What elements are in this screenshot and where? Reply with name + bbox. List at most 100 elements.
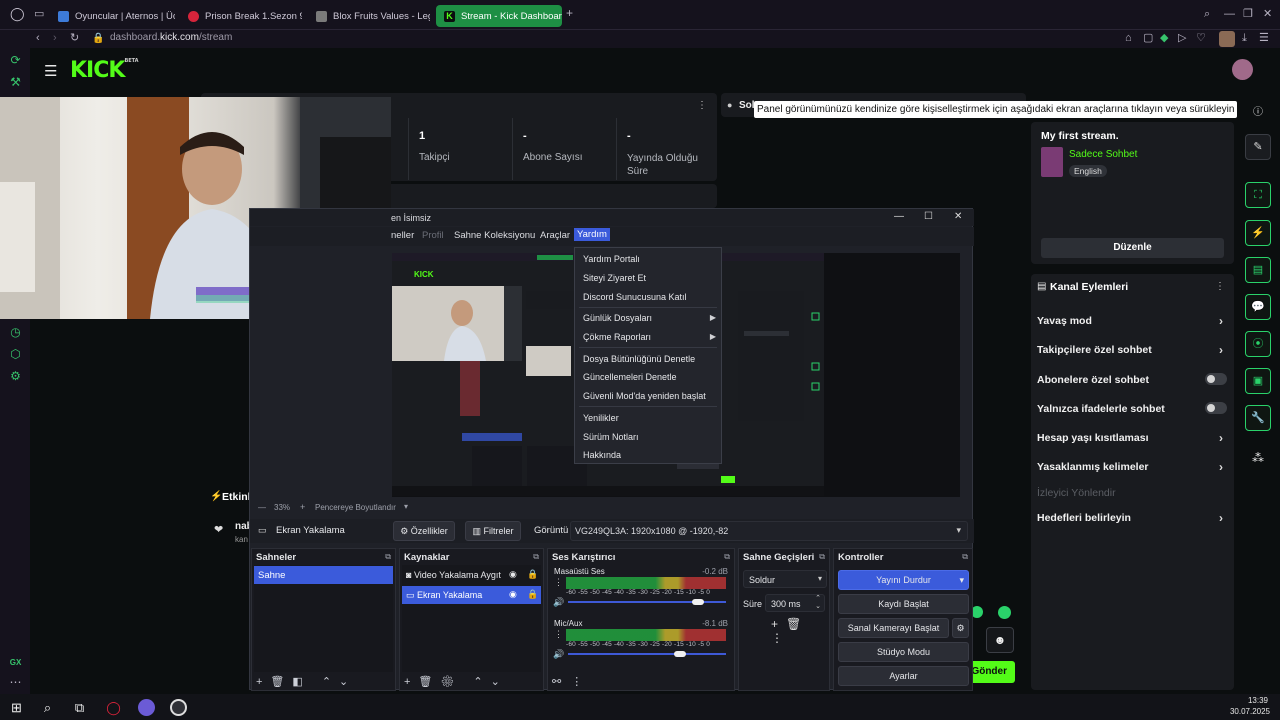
community-icon[interactable]: ⁂ [1252, 451, 1264, 465]
filters-button[interactable]: ▥ Filtreler [465, 521, 521, 541]
menu-scene-collection[interactable]: Sahne Koleksiyonu [454, 230, 535, 241]
taskbar-date[interactable]: 30.07.2025 [1226, 707, 1270, 716]
channel-action-row[interactable]: Yavaş mod › [1037, 314, 1227, 328]
media-button[interactable]: ▣ [1245, 368, 1271, 394]
shield-icon[interactable]: ◆ [1160, 33, 1168, 44]
fit-dropdown-icon[interactable]: ▾ [404, 502, 408, 511]
studio-mode-button[interactable]: Stüdyo Modu [838, 642, 969, 662]
stop-streaming-button[interactable]: Yayını Durdur ▾ [838, 570, 969, 590]
url-field[interactable]: dashboard.kick.com/stream [110, 32, 232, 43]
start-virtual-camera-button[interactable]: Sanal Kamerayı Başlat [838, 618, 949, 638]
back-icon[interactable]: ‹ [36, 33, 40, 44]
menu-item-safe-mode-restart[interactable]: Güvenli Mod'da yeniden başlat [583, 391, 706, 401]
visibility-eye-icon[interactable]: ◉ [509, 589, 517, 600]
snapshot-icon[interactable]: ▢ [1143, 33, 1153, 44]
dock-float-icon[interactable]: ⧉ [962, 552, 968, 562]
menu-item-whats-new[interactable]: Yenilikler [583, 413, 619, 423]
edit-layout-button[interactable]: ✎ [1245, 134, 1271, 160]
menu-help[interactable]: Yardım [574, 228, 610, 241]
gx-corner-icon[interactable]: ⚒ [9, 76, 22, 89]
obs-maximize-icon[interactable]: ☐ [924, 211, 933, 222]
user-avatar[interactable] [1232, 59, 1253, 80]
channel-action-row[interactable]: Yasaklanmış kelimeler › [1037, 460, 1227, 474]
channel-action-row[interactable]: Yalnızca ifadelerle sohbet [1037, 402, 1227, 415]
obs-minimize-icon[interactable]: — [894, 211, 904, 222]
source-item-video-capture[interactable]: ◙ Video Yakalama Aygıt ◉ 🔒 [402, 566, 541, 584]
channel-action-row[interactable]: Hesap yaşı kısıtlaması › [1037, 431, 1227, 445]
category-thumbnail[interactable] [1041, 147, 1063, 177]
start-recording-button[interactable]: Kaydı Başlat [838, 594, 969, 614]
dock-float-icon[interactable]: ⧉ [533, 552, 539, 562]
volume-slider-track[interactable] [568, 653, 726, 655]
discord-taskbar-icon[interactable] [138, 699, 155, 716]
menu-scenes-fragment[interactable]: neller [391, 230, 414, 241]
emote-icon[interactable] [998, 606, 1011, 619]
menu-item-check-file-integrity[interactable]: Dosya Bütünlüğünü Denetle [583, 354, 695, 364]
channel-action-row[interactable]: Hedefleri belirleyin › [1037, 511, 1227, 525]
search-icon[interactable]: ⌕ [40, 700, 55, 715]
settings-icon[interactable]: ⚙ [9, 370, 22, 383]
minimize-icon[interactable]: — [1224, 9, 1235, 20]
zoom-in-icon[interactable]: + [300, 502, 305, 512]
volume-slider-knob[interactable] [692, 599, 704, 605]
dock-float-icon[interactable]: ⧉ [724, 552, 730, 562]
dock-float-icon[interactable]: ⧉ [385, 552, 391, 562]
menu-profile[interactable]: Profil [422, 230, 444, 241]
new-tab-button[interactable]: + [566, 7, 573, 19]
channel-actions-options-icon[interactable]: ⋮ [1215, 281, 1225, 292]
send-chat-button[interactable]: Gönder [968, 661, 1015, 683]
properties-button[interactable]: ⚙ Özellikler [393, 521, 455, 541]
quick-action-button[interactable]: ⚡ [1245, 220, 1271, 246]
dock-float-icon[interactable]: ⧉ [819, 552, 825, 562]
lock-icon[interactable]: 🔒 [527, 569, 538, 580]
hamburger-menu-icon[interactable]: ☰ [44, 62, 57, 80]
duration-spinbox[interactable]: 300 ms ⌃ ⌄ [765, 594, 825, 612]
settings-button[interactable]: Ayarlar [838, 666, 969, 686]
task-view-icon[interactable]: ⧉ [72, 700, 87, 715]
emoji-picker-button[interactable]: ☻ [986, 627, 1014, 653]
download-icon[interactable]: ⤓ [1242, 33, 1247, 44]
restore-icon[interactable]: ❐ [1243, 9, 1253, 20]
opera-gx-logo-icon[interactable]: ◯ [10, 7, 25, 20]
mixer-dock-toolbar[interactable]: ⚯⋮ [552, 675, 592, 688]
menu-tools[interactable]: Araçlar [540, 230, 570, 241]
forward-icon[interactable]: › [53, 33, 57, 44]
scene-item-sahne[interactable]: Sahne [254, 566, 393, 584]
fit-to-window-label[interactable]: Pencereye Boyutlandır [315, 503, 396, 512]
screen-tool-button[interactable]: ⛶ [1245, 182, 1271, 208]
channel-action-row[interactable]: Abonelere özel sohbet [1037, 373, 1227, 386]
tab-blox-fruits[interactable]: Blox Fruits Values - Leger [308, 5, 430, 27]
tab-prison-break[interactable]: Prison Break 1.Sezon 9.B [180, 5, 302, 27]
menu-icon[interactable]: ☰ [1259, 33, 1269, 44]
obs-taskbar-icon[interactable] [170, 699, 187, 716]
zoom-out-icon[interactable]: — [258, 503, 266, 512]
history-icon[interactable]: ◷ [9, 326, 22, 339]
tab-aternos[interactable]: Oyuncular | Aternos | Üc [50, 5, 175, 27]
search-tabs-icon[interactable]: ⌕ [1204, 9, 1210, 20]
tab-kick-dashboard[interactable]: K Stream - Kick Dashboard [436, 5, 562, 27]
transition-select[interactable]: Soldur ▾ [743, 570, 827, 588]
transition-toolbar[interactable]: +🗑⋮ [771, 617, 829, 645]
extension-icon[interactable]: ⌂ [1125, 33, 1132, 44]
close-window-icon[interactable]: ✕ [1263, 9, 1272, 20]
virtual-camera-settings-button[interactable]: ⚙ [952, 618, 969, 638]
toggle-switch[interactable] [1205, 373, 1227, 385]
toggle-switch[interactable] [1205, 402, 1227, 414]
taskbar-time[interactable]: 13:39 [1246, 696, 1268, 705]
info-icon[interactable]: ⓘ [1253, 103, 1263, 118]
mixer-options-icon[interactable]: ⋮ [554, 629, 563, 640]
menu-item-about[interactable]: Hakkında [583, 450, 621, 460]
tab-menu-icon[interactable]: ▭ [34, 9, 44, 20]
play-icon[interactable]: ▷ [1178, 33, 1186, 44]
menu-item-help-portal[interactable]: Yardım Portalı [583, 254, 640, 264]
edit-stream-button[interactable]: Düzenle [1041, 238, 1224, 258]
windows-start-icon[interactable]: ⊞ [9, 700, 24, 715]
mixer-options-icon[interactable]: ⋮ [554, 577, 563, 588]
menu-item-check-updates[interactable]: Güncellemeleri Denetle [583, 372, 677, 382]
menu-item-crash-reports[interactable]: Çökme Raporları [583, 332, 651, 342]
obs-close-icon[interactable]: ✕ [954, 211, 962, 222]
more-icon[interactable]: ⋯ [9, 676, 22, 689]
volume-slider-knob[interactable] [674, 651, 686, 657]
profile-avatar[interactable] [1219, 31, 1235, 47]
chat-tool-button[interactable]: 💬 [1245, 294, 1271, 320]
